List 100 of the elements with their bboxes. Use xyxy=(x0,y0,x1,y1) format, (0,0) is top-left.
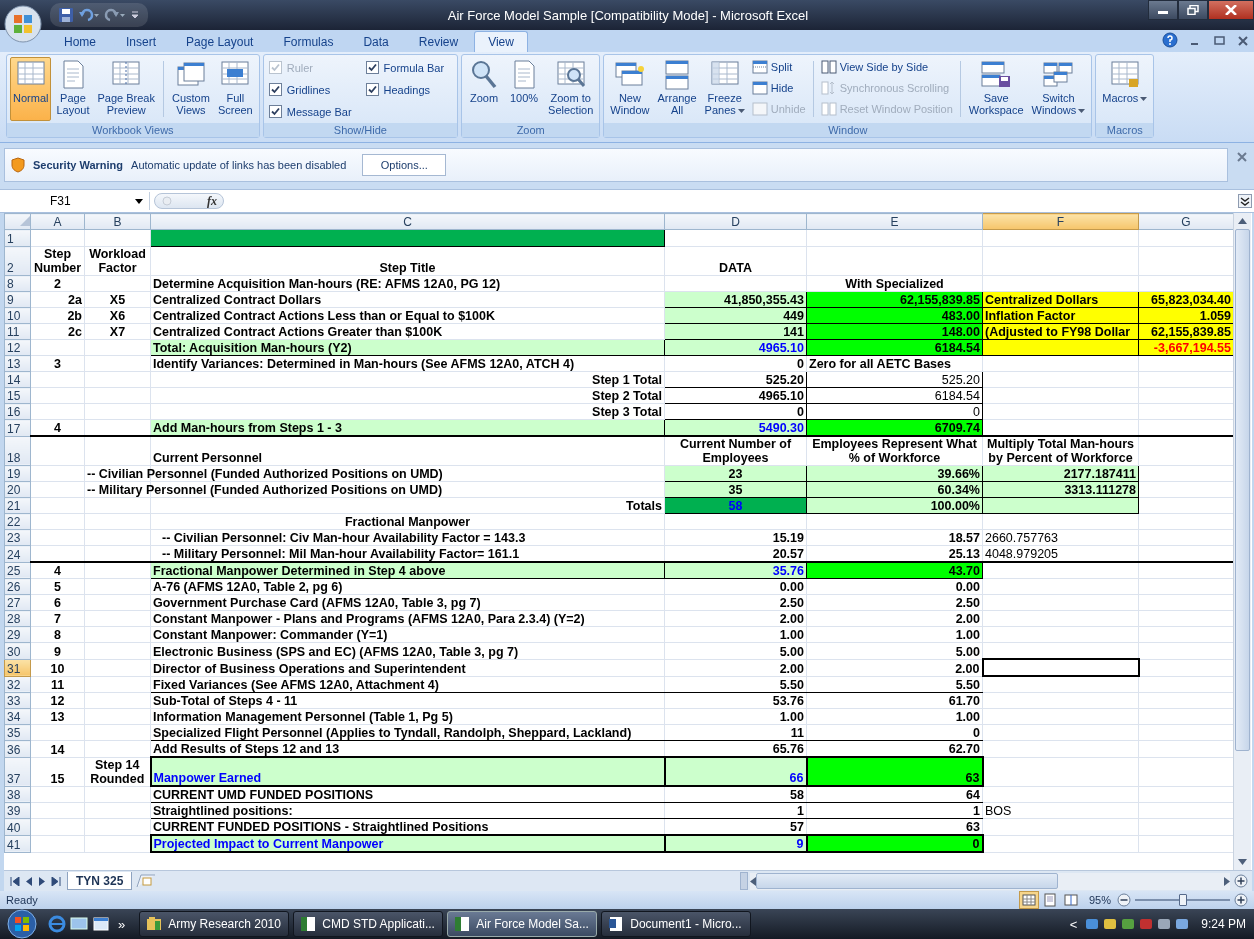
cell-text: 35.76 xyxy=(772,564,804,578)
restore-button[interactable] xyxy=(1178,0,1208,20)
ribbon-tab[interactable]: Page Layout xyxy=(172,31,268,52)
column-header[interactable]: G xyxy=(1138,213,1233,230)
ribbon-tab[interactable]: Home xyxy=(50,31,110,52)
taskbar-button[interactable]: Army Research 2010 xyxy=(139,911,290,937)
expand-icon[interactable] xyxy=(1238,194,1252,208)
save-icon[interactable] xyxy=(58,7,74,23)
ribbon-tab[interactable]: Insert xyxy=(112,31,171,52)
ribbon-button[interactable]: Macros xyxy=(1099,57,1151,121)
checkbox-label[interactable]: Gridlines xyxy=(286,83,331,96)
ribbon-button[interactable]: Zoom xyxy=(465,57,504,121)
cell-text: 5.50 xyxy=(955,678,980,692)
scroll-thumb[interactable] xyxy=(756,873,1058,889)
ribbon-button[interactable]: Freeze Panes xyxy=(701,57,748,121)
close-icon[interactable] xyxy=(1236,151,1248,163)
ribbon-button[interactable]: Zoom to Selection xyxy=(545,57,597,121)
row-header[interactable]: 37 xyxy=(4,757,31,786)
cell-text: 1 xyxy=(973,804,980,818)
ribbon-button[interactable]: Split xyxy=(751,58,806,76)
last-sheet-icon[interactable] xyxy=(51,876,61,886)
close-icon[interactable] xyxy=(1236,34,1250,48)
name-box[interactable]: F31 xyxy=(0,192,150,210)
ribbon-tab[interactable]: View xyxy=(474,31,528,52)
ribbon-button[interactable]: Normal xyxy=(10,57,52,121)
cell-text: 10 xyxy=(50,661,65,676)
ribbon-button[interactable]: Save Workspace xyxy=(965,57,1027,121)
horizontal-scrollbar[interactable] xyxy=(750,872,1230,890)
row-header[interactable]: 18 xyxy=(4,436,31,466)
cell-text: 2.50 xyxy=(779,596,804,610)
column-header[interactable]: C xyxy=(150,213,665,230)
undo-icon[interactable] xyxy=(78,7,100,23)
column-header[interactable]: E xyxy=(806,213,983,230)
window-icon[interactable] xyxy=(92,915,110,933)
cell-text: -- Military Personnel: Mil Man-hour Availability Factor= 161.1 xyxy=(162,547,520,561)
column-header[interactable]: F xyxy=(982,213,1139,230)
help-icon[interactable] xyxy=(1162,32,1178,48)
checkbox-label[interactable]: Message Bar xyxy=(286,105,352,118)
view-button[interactable] xyxy=(1018,891,1039,909)
checkbox[interactable] xyxy=(268,105,282,118)
split-handle[interactable] xyxy=(740,872,748,890)
vertical-scrollbar[interactable] xyxy=(1233,213,1251,870)
desktop-icon[interactable] xyxy=(70,915,88,933)
column-header[interactable]: A xyxy=(30,213,85,230)
taskbar-button[interactable]: CMD STD Applicati... xyxy=(293,911,444,937)
restore-icon[interactable] xyxy=(1212,34,1226,48)
cell-text: 449 xyxy=(783,309,804,323)
next-sheet-icon[interactable] xyxy=(38,876,46,886)
tray-toggle[interactable]: < xyxy=(1069,916,1078,932)
zoom-slider[interactable] xyxy=(1135,893,1230,907)
cell-text: BOS xyxy=(985,804,1012,818)
previous-sheet-icon[interactable] xyxy=(25,876,33,886)
ribbon-button[interactable]: Arrange All xyxy=(654,57,700,121)
slider-thumb[interactable] xyxy=(1178,894,1187,906)
ribbon-button[interactable]: Hide xyxy=(751,79,806,97)
close-button[interactable] xyxy=(1208,0,1254,20)
first-sheet-icon[interactable] xyxy=(10,876,20,886)
checkbox-label[interactable]: Formula Bar xyxy=(383,61,445,74)
ribbon-tab[interactable]: Review xyxy=(404,31,473,52)
cell-text: 6184.54 xyxy=(934,341,980,355)
cell-text: 61.70 xyxy=(948,694,980,708)
cell-text: 66 xyxy=(789,771,804,785)
checkbox[interactable] xyxy=(365,83,379,96)
minimize-button[interactable] xyxy=(1148,0,1178,20)
column-header[interactable]: B xyxy=(84,213,151,230)
options-button[interactable]: Options... xyxy=(362,154,447,176)
ribbon-button[interactable]: Page Break Preview xyxy=(94,57,158,121)
ribbon-button[interactable]: Page Layout xyxy=(53,57,93,121)
selected-cell[interactable] xyxy=(982,659,1139,676)
column-header[interactable]: D xyxy=(664,213,807,230)
ribbon-button[interactable]: 100% xyxy=(505,57,544,121)
group-title: Workbook Views xyxy=(7,123,259,137)
ribbon-button[interactable]: Full Screen xyxy=(214,57,256,121)
cell-text: 2660.757763 xyxy=(985,531,1058,545)
row-header[interactable]: 2 xyxy=(4,246,31,276)
taskbar-button[interactable]: Document1 - Micro... xyxy=(601,911,752,937)
overflow-button[interactable]: » xyxy=(114,916,130,932)
ribbon-button[interactable]: Switch Windows xyxy=(1028,57,1089,121)
checkbox[interactable] xyxy=(365,61,379,74)
zoom-in-icon[interactable] xyxy=(1234,893,1248,907)
ribbon-button[interactable]: New Window xyxy=(607,57,653,121)
taskbar-button[interactable]: Air Force Model Sa... xyxy=(447,911,598,937)
cell-text: 25.13 xyxy=(948,547,980,561)
ribbon-tab[interactable]: Formulas xyxy=(269,31,348,52)
add-icon[interactable] xyxy=(1234,874,1248,888)
redo-icon[interactable] xyxy=(104,7,126,23)
ribbon-button[interactable]: View Side by Side xyxy=(820,58,953,76)
browser-icon[interactable] xyxy=(48,915,66,933)
zoom-out-icon[interactable] xyxy=(1117,893,1131,907)
sheet-tab[interactable]: TYN 325 xyxy=(67,872,133,890)
cell-text: 0 xyxy=(797,357,804,371)
cell-text: -- Civilian Personnel (Funded Authorized Positions on UMD) xyxy=(87,467,443,481)
scroll-thumb[interactable] xyxy=(1235,229,1250,751)
checkbox-label[interactable]: Headings xyxy=(383,83,431,96)
insert-function-button[interactable]: fx xyxy=(207,193,217,209)
zoom-level[interactable]: 95% xyxy=(1088,894,1111,906)
ribbon-tab[interactable]: Data xyxy=(349,31,403,52)
ribbon-button[interactable]: Custom Views xyxy=(168,57,213,121)
checkbox[interactable] xyxy=(268,83,282,96)
cell-text: (Adjusted to FY98 Dollar xyxy=(985,325,1131,339)
